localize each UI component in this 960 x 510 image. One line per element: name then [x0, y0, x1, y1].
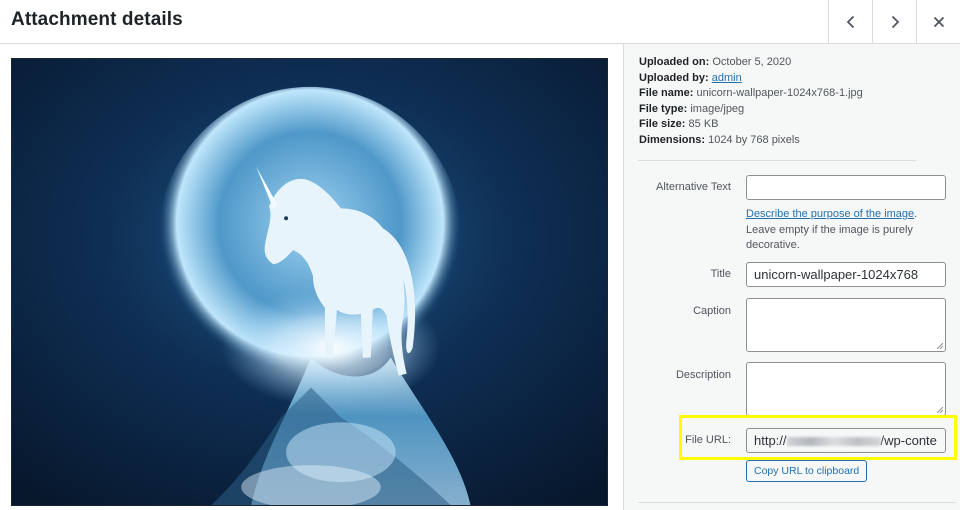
next-button[interactable] — [872, 0, 916, 44]
alt-text-input[interactable] — [746, 175, 946, 200]
description-textarea[interactable] — [746, 362, 946, 416]
title-label: Title — [710, 268, 731, 280]
file-url-input[interactable]: http:///wp-conte — [746, 428, 946, 453]
file-url-label: File URL: — [685, 434, 731, 446]
title-input[interactable]: unicorn-wallpaper-1024x768 — [746, 262, 946, 287]
uploaded-by-row: Uploaded by: admin — [639, 71, 742, 84]
caption-textarea[interactable] — [746, 298, 946, 352]
file-name-value: unicorn-wallpaper-1024x768-1.jpg — [696, 87, 863, 100]
uploaded-on-row: Uploaded on: October 5, 2020 — [639, 56, 792, 68]
file-size-row: File size: 85 KB — [639, 118, 719, 131]
divider — [638, 160, 916, 161]
alt-text-help-link[interactable]: Describe the purpose of the image — [746, 208, 914, 220]
file-type-row: File type: image/jpeg — [639, 102, 745, 115]
alt-text-label: Alternative Text — [655, 181, 731, 193]
uploaded-on-value: October 5, 2020 — [712, 56, 792, 68]
close-button[interactable] — [916, 0, 960, 44]
dimensions-row: Dimensions: 1024 by 768 pixels — [639, 133, 800, 146]
divider — [638, 502, 956, 503]
description-label: Description — [675, 369, 731, 381]
page-title: Attachment details — [11, 9, 183, 30]
alt-text-help-text: Leave empty if the image is purely decor… — [746, 223, 913, 252]
resize-grip-icon[interactable] — [937, 407, 943, 413]
unicorn-moon-image — [12, 59, 607, 505]
caption-label: Caption — [693, 305, 731, 317]
redacted-domain — [786, 437, 881, 447]
file-size-value: 85 KB — [688, 118, 719, 131]
chevron-left-icon — [846, 15, 854, 29]
attachment-image — [11, 58, 608, 506]
modal-header: Attachment details — [0, 0, 960, 44]
file-name-row: File name: unicorn-wallpaper-1024x768-1.… — [639, 87, 863, 100]
uploaded-by-link[interactable]: admin — [712, 72, 742, 84]
chevron-right-icon — [891, 15, 899, 29]
file-details: Uploaded on: October 5, 2020 Uploaded by… — [639, 55, 863, 149]
close-icon — [933, 16, 944, 28]
previous-button[interactable] — [828, 0, 872, 44]
resize-grip-icon[interactable] — [937, 343, 943, 349]
attachment-sidebar: Uploaded on: October 5, 2020 Uploaded by… — [623, 44, 960, 510]
alt-text-help: Describe the purpose of the image. Leave… — [746, 208, 918, 252]
copy-url-button[interactable]: Copy URL to clipboard — [746, 460, 868, 482]
dimensions-value: 1024 by 768 pixels — [708, 133, 800, 146]
file-type-value: image/jpeg — [690, 102, 745, 115]
media-preview — [0, 44, 623, 510]
